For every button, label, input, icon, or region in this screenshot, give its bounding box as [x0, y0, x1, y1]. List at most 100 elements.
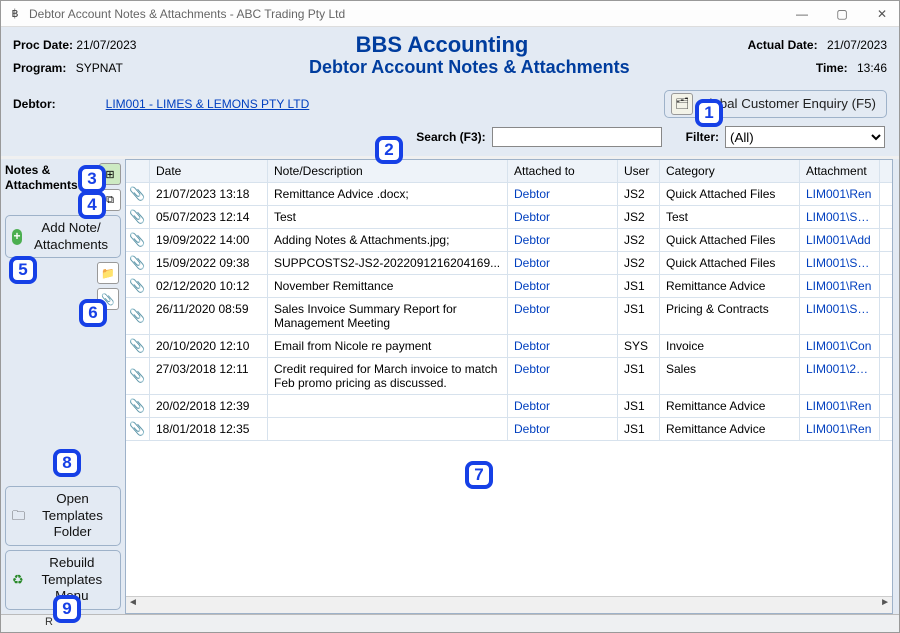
cell-attached-to[interactable]: Debtor: [508, 358, 618, 394]
cell-attachment-link[interactable]: LIM001\201 Flyer.pdf: [800, 358, 880, 394]
recycle-icon: ♻: [12, 571, 24, 589]
cell-category: Quick Attached Files: [660, 183, 800, 205]
cell-attached-to[interactable]: Debtor: [508, 395, 618, 417]
cell-user: JS2: [618, 229, 660, 251]
actual-date-label: Actual Date:: [748, 38, 818, 52]
gce-label: Global Customer Enquiry (F5): [699, 96, 876, 112]
col-header-date[interactable]: Date: [150, 160, 268, 182]
templates-folder-icon: 🗀: [12, 507, 25, 525]
row-attachment-icon: 📎: [126, 252, 150, 274]
cell-attachment-link[interactable]: LIM001\Con: [800, 335, 880, 357]
cell-attachment-link[interactable]: LIM001\Add: [800, 229, 880, 251]
debtor-link[interactable]: LIM001 - LIMES & LEMONS PTY LTD: [106, 97, 310, 111]
cell-attachment-link[interactable]: LIM001\Ren: [800, 395, 880, 417]
grid-header: Date Note/Description Attached to User C…: [126, 160, 892, 183]
table-row[interactable]: 📎19/09/2022 14:00Adding Notes & Attachme…: [126, 229, 892, 252]
table-row[interactable]: 📎26/11/2020 08:59Sales Invoice Summary R…: [126, 298, 892, 335]
status-text: R: [45, 616, 53, 628]
callout-1: 1: [695, 99, 723, 127]
cell-attached-to[interactable]: Debtor: [508, 418, 618, 440]
maximize-button[interactable]: ▢: [831, 7, 853, 21]
cell-category: Remittance Advice: [660, 395, 800, 417]
cell-attachment-link[interactable]: LIM001\Ren: [800, 418, 880, 440]
app-icon: ฿: [7, 6, 23, 22]
filter-select[interactable]: (All): [725, 126, 885, 148]
folder-attach-icon[interactable]: 📁: [97, 262, 119, 284]
table-row[interactable]: 📎27/03/2018 12:11Credit required for Mar…: [126, 358, 892, 395]
callout-3: 3: [78, 165, 106, 193]
col-header-category[interactable]: Category: [660, 160, 800, 182]
time-value: 13:46: [857, 61, 887, 75]
minimize-button[interactable]: —: [791, 7, 813, 21]
cell-attached-to[interactable]: Debtor: [508, 298, 618, 334]
notes-grid: Date Note/Description Attached to User C…: [125, 159, 893, 614]
col-header-attached-to[interactable]: Attached to: [508, 160, 618, 182]
cell-attached-to[interactable]: Debtor: [508, 275, 618, 297]
cell-attached-to[interactable]: Debtor: [508, 335, 618, 357]
cell-date: 20/10/2020 12:10: [150, 335, 268, 357]
search-label: Search (F3):: [416, 130, 485, 144]
cell-user: JS1: [618, 275, 660, 297]
app-subtitle: Debtor Account Notes & Attachments: [309, 57, 630, 77]
col-header-user[interactable]: User: [618, 160, 660, 182]
program-label: Program:: [13, 61, 66, 75]
row-attachment-icon: 📎: [126, 418, 150, 440]
search-input[interactable]: [492, 127, 662, 147]
cell-description: Email from Nicole re payment: [268, 335, 508, 357]
debtor-row: Debtor: LIM001 - LIMES & LEMONS PTY LTD …: [1, 82, 899, 122]
col-header-attachment[interactable]: Attachment: [800, 160, 880, 182]
table-row[interactable]: 📎05/07/2023 12:14TestDebtorJS2TestLIM001…: [126, 206, 892, 229]
cell-category: Remittance Advice: [660, 418, 800, 440]
cell-description: [268, 395, 508, 417]
cell-description: SUPPCOSTS2-JS2-2022091216204169...: [268, 252, 508, 274]
cell-user: JS1: [618, 358, 660, 394]
searchbar: Search (F3): Filter: (All): [1, 122, 899, 156]
add-note-button[interactable]: + Add Note/ Attachments: [5, 215, 121, 258]
header: Proc Date: 21/07/2023 BBS Accounting Act…: [1, 27, 899, 82]
table-row[interactable]: 📎15/09/2022 09:38SUPPCOSTS2-JS2-20220912…: [126, 252, 892, 275]
cell-attachment-link[interactable]: LIM001\Ren: [800, 183, 880, 205]
cell-category: Test: [660, 206, 800, 228]
cell-attachment-link[interactable]: LIM001\Ren: [800, 275, 880, 297]
cell-date: 02/12/2020 10:12: [150, 275, 268, 297]
cell-date: 19/09/2022 14:00: [150, 229, 268, 251]
table-row[interactable]: 📎20/10/2020 12:10Email from Nicole re pa…: [126, 335, 892, 358]
table-row[interactable]: 📎21/07/2023 13:18Remittance Advice .docx…: [126, 183, 892, 206]
cell-category: Quick Attached Files: [660, 229, 800, 251]
statusbar: R: [1, 614, 899, 632]
cell-user: JS2: [618, 252, 660, 274]
filter-label: Filter:: [686, 130, 719, 144]
proc-date-label: Proc Date:: [13, 38, 73, 52]
proc-date-value: 21/07/2023: [76, 38, 136, 52]
cell-attached-to[interactable]: Debtor: [508, 252, 618, 274]
cell-attachment-link[interactable]: LIM001\SUF: [800, 206, 880, 228]
cell-attached-to[interactable]: Debtor: [508, 183, 618, 205]
table-row[interactable]: 📎18/01/2018 12:35DebtorJS1Remittance Adv…: [126, 418, 892, 441]
open-templates-button[interactable]: 🗀 Open Templates Folder: [5, 486, 121, 546]
row-attachment-icon: 📎: [126, 298, 150, 334]
cell-attachment-link[interactable]: LIM001\Sale LIM001 202: [800, 298, 880, 334]
cell-description: [268, 418, 508, 440]
table-row[interactable]: 📎02/12/2020 10:12November RemittanceDebt…: [126, 275, 892, 298]
app-title: BBS Accounting: [356, 32, 529, 57]
cell-category: Remittance Advice: [660, 275, 800, 297]
time-label: Time:: [816, 61, 848, 75]
table-row[interactable]: 📎20/02/2018 12:39DebtorJS1Remittance Adv…: [126, 395, 892, 418]
cell-attachment-link[interactable]: LIM001\SUF: [800, 252, 880, 274]
cell-user: JS1: [618, 395, 660, 417]
cell-category: Invoice: [660, 335, 800, 357]
cell-description: Remittance Advice .docx;: [268, 183, 508, 205]
close-button[interactable]: ✕: [871, 7, 893, 21]
horizontal-scrollbar[interactable]: [126, 596, 892, 613]
cell-date: 05/07/2023 12:14: [150, 206, 268, 228]
debtor-label: Debtor:: [13, 97, 56, 111]
cell-attached-to[interactable]: Debtor: [508, 206, 618, 228]
cell-category: Pricing & Contracts: [660, 298, 800, 334]
callout-6: 6: [79, 299, 107, 327]
row-attachment-icon: 📎: [126, 183, 150, 205]
cell-description: Adding Notes & Attachments.jpg;: [268, 229, 508, 251]
window-title: Debtor Account Notes & Attachments - ABC…: [29, 7, 345, 21]
titlebar: ฿ Debtor Account Notes & Attachments - A…: [1, 1, 899, 27]
cell-date: 27/03/2018 12:11: [150, 358, 268, 394]
cell-attached-to[interactable]: Debtor: [508, 229, 618, 251]
